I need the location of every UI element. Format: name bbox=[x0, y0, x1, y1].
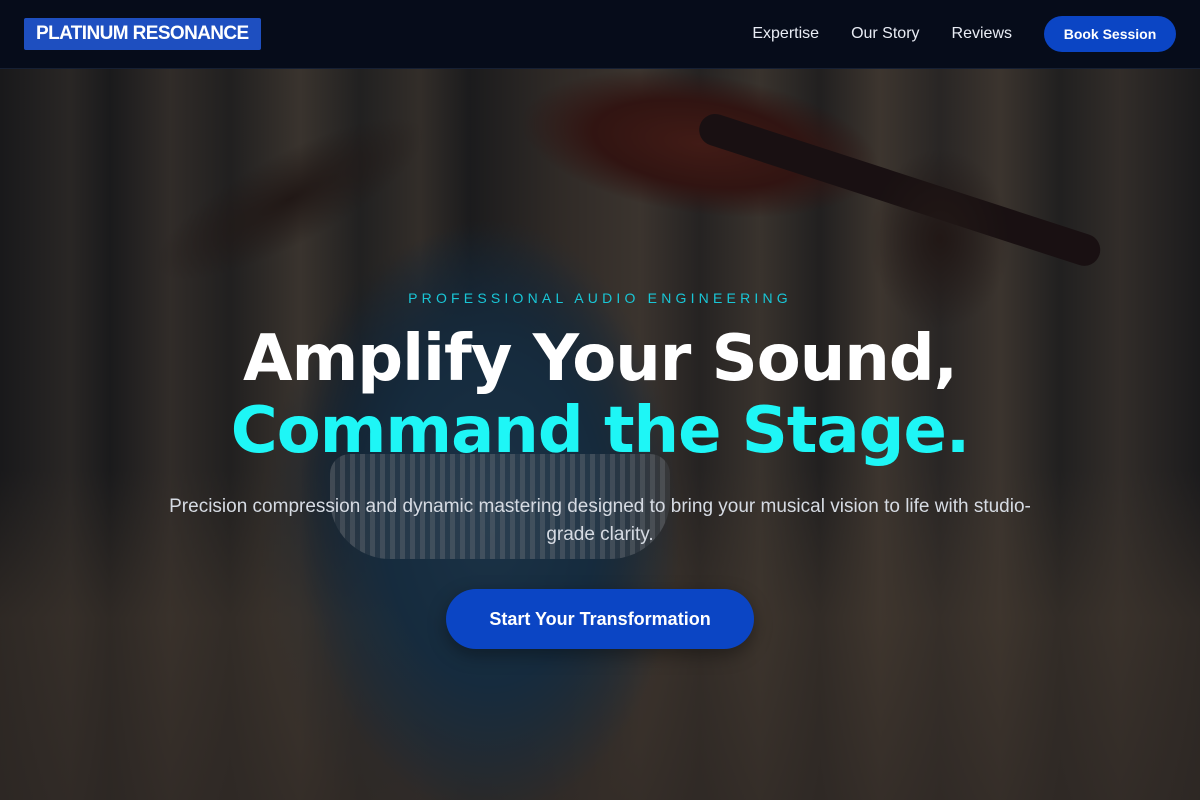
hero-content: PROFESSIONAL AUDIO ENGINEERING Amplify Y… bbox=[0, 69, 1200, 800]
start-transformation-button[interactable]: Start Your Transformation bbox=[446, 589, 754, 649]
nav-menu: Expertise Our Story Reviews Book Session bbox=[752, 16, 1176, 52]
hero-subtext: Precision compression and dynamic master… bbox=[169, 496, 1031, 545]
brand-logo[interactable]: PLATINUM RESONANCE bbox=[24, 18, 261, 50]
nav-link-our-story[interactable]: Our Story bbox=[851, 25, 919, 43]
top-navbar: PLATINUM RESONANCE Expertise Our Story R… bbox=[0, 0, 1200, 69]
hero-headline: Amplify Your Sound, Command the Stage. bbox=[0, 323, 1200, 467]
hero-eyebrow: PROFESSIONAL AUDIO ENGINEERING bbox=[408, 290, 792, 306]
hero-section: PROFESSIONAL AUDIO ENGINEERING Amplify Y… bbox=[0, 69, 1200, 800]
nav-link-reviews[interactable]: Reviews bbox=[952, 25, 1012, 43]
book-session-button[interactable]: Book Session bbox=[1044, 16, 1176, 52]
headline-line-2: Command the Stage. bbox=[230, 394, 970, 468]
nav-link-expertise[interactable]: Expertise bbox=[752, 25, 819, 43]
headline-line-1: Amplify Your Sound, bbox=[243, 322, 958, 396]
